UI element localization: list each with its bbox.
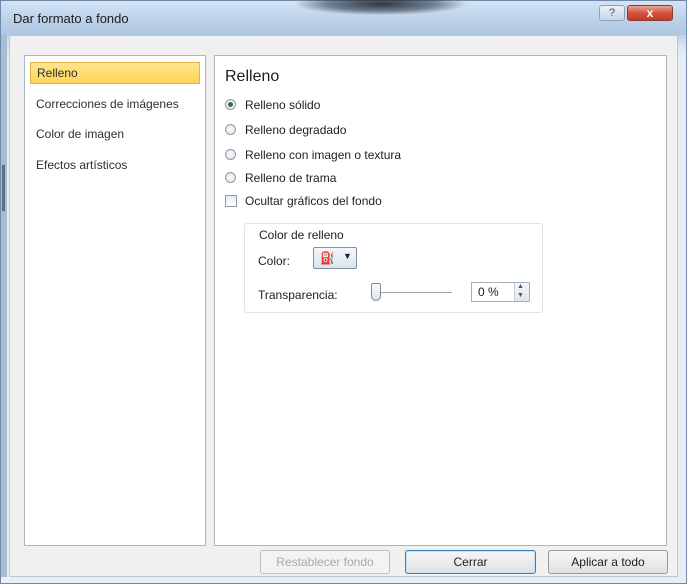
apply-all-button[interactable]: Aplicar a todo — [548, 550, 668, 574]
chevron-down-icon: ▼ — [343, 251, 352, 261]
title-bar[interactable]: Dar formato a fondo ? x — [1, 0, 686, 35]
left-edge-scroll — [1, 35, 7, 577]
color-label: Color: — [258, 254, 291, 268]
close-icon[interactable]: x — [627, 5, 673, 21]
transparency-label: Transparencia: — [258, 288, 338, 302]
radio-selected-icon[interactable] — [225, 99, 236, 111]
option-pattern-fill[interactable]: Relleno de trama — [225, 169, 336, 187]
option-label: Relleno de trama — [245, 171, 337, 185]
close-button[interactable]: Cerrar — [405, 550, 536, 574]
spin-up-icon[interactable]: ▲ — [517, 283, 524, 291]
title-bar-dark-highlight — [296, 0, 466, 15]
option-picture-fill[interactable]: Relleno con imagen o textura — [225, 146, 401, 164]
transparency-spinner[interactable]: 0 % ▲ ▼ — [471, 282, 530, 302]
dialog-window: Dar formato a fondo ? x Relleno Correcci… — [0, 0, 687, 584]
sidebar-nav: Relleno Correcciones de imágenes Color d… — [24, 55, 206, 546]
color-picker-button[interactable]: ⛽ ▼ — [313, 247, 357, 269]
reset-background-button[interactable]: Restablecer fondo — [260, 550, 390, 574]
sidebar-item-correcciones[interactable]: Correcciones de imágenes — [30, 93, 200, 115]
checkbox-icon[interactable] — [225, 194, 237, 207]
window-title: Dar formato a fondo — [13, 11, 129, 26]
sidebar-item-relleno[interactable]: Relleno — [30, 62, 200, 84]
transparency-slider-track[interactable] — [375, 292, 452, 293]
option-label: Relleno sólido — [245, 98, 321, 112]
sidebar-item-efectos[interactable]: Efectos artísticos — [30, 154, 200, 176]
spinner-buttons[interactable]: ▲ ▼ — [514, 283, 529, 301]
help-icon[interactable]: ? — [599, 5, 625, 21]
radio-icon[interactable] — [225, 149, 236, 161]
transparency-slider-thumb[interactable] — [371, 283, 381, 301]
option-label: Relleno con imagen o textura — [245, 148, 402, 162]
sidebar-item-color-imagen[interactable]: Color de imagen — [30, 123, 200, 145]
spin-down-icon[interactable]: ▼ — [517, 292, 524, 300]
fill-panel: Relleno Relleno sólido Relleno degradado… — [214, 55, 667, 546]
option-label: Relleno degradado — [245, 123, 347, 137]
radio-icon[interactable] — [225, 124, 236, 136]
option-gradient-fill[interactable]: Relleno degradado — [225, 121, 346, 139]
checkbox-label: Ocultar gráficos del fondo — [245, 194, 382, 208]
hide-background-graphics[interactable]: Ocultar gráficos del fondo — [225, 192, 382, 210]
transparency-value[interactable]: 0 % — [478, 285, 499, 299]
option-solid-fill[interactable]: Relleno sólido — [225, 96, 320, 114]
radio-icon[interactable] — [225, 172, 236, 184]
fill-color-group: Color de relleno Color: ⛽ ▼ Transparenci… — [244, 223, 543, 313]
group-label: Color de relleno — [257, 228, 346, 242]
paint-bucket-icon: ⛽ — [320, 251, 335, 265]
panel-heading: Relleno — [225, 68, 280, 85]
